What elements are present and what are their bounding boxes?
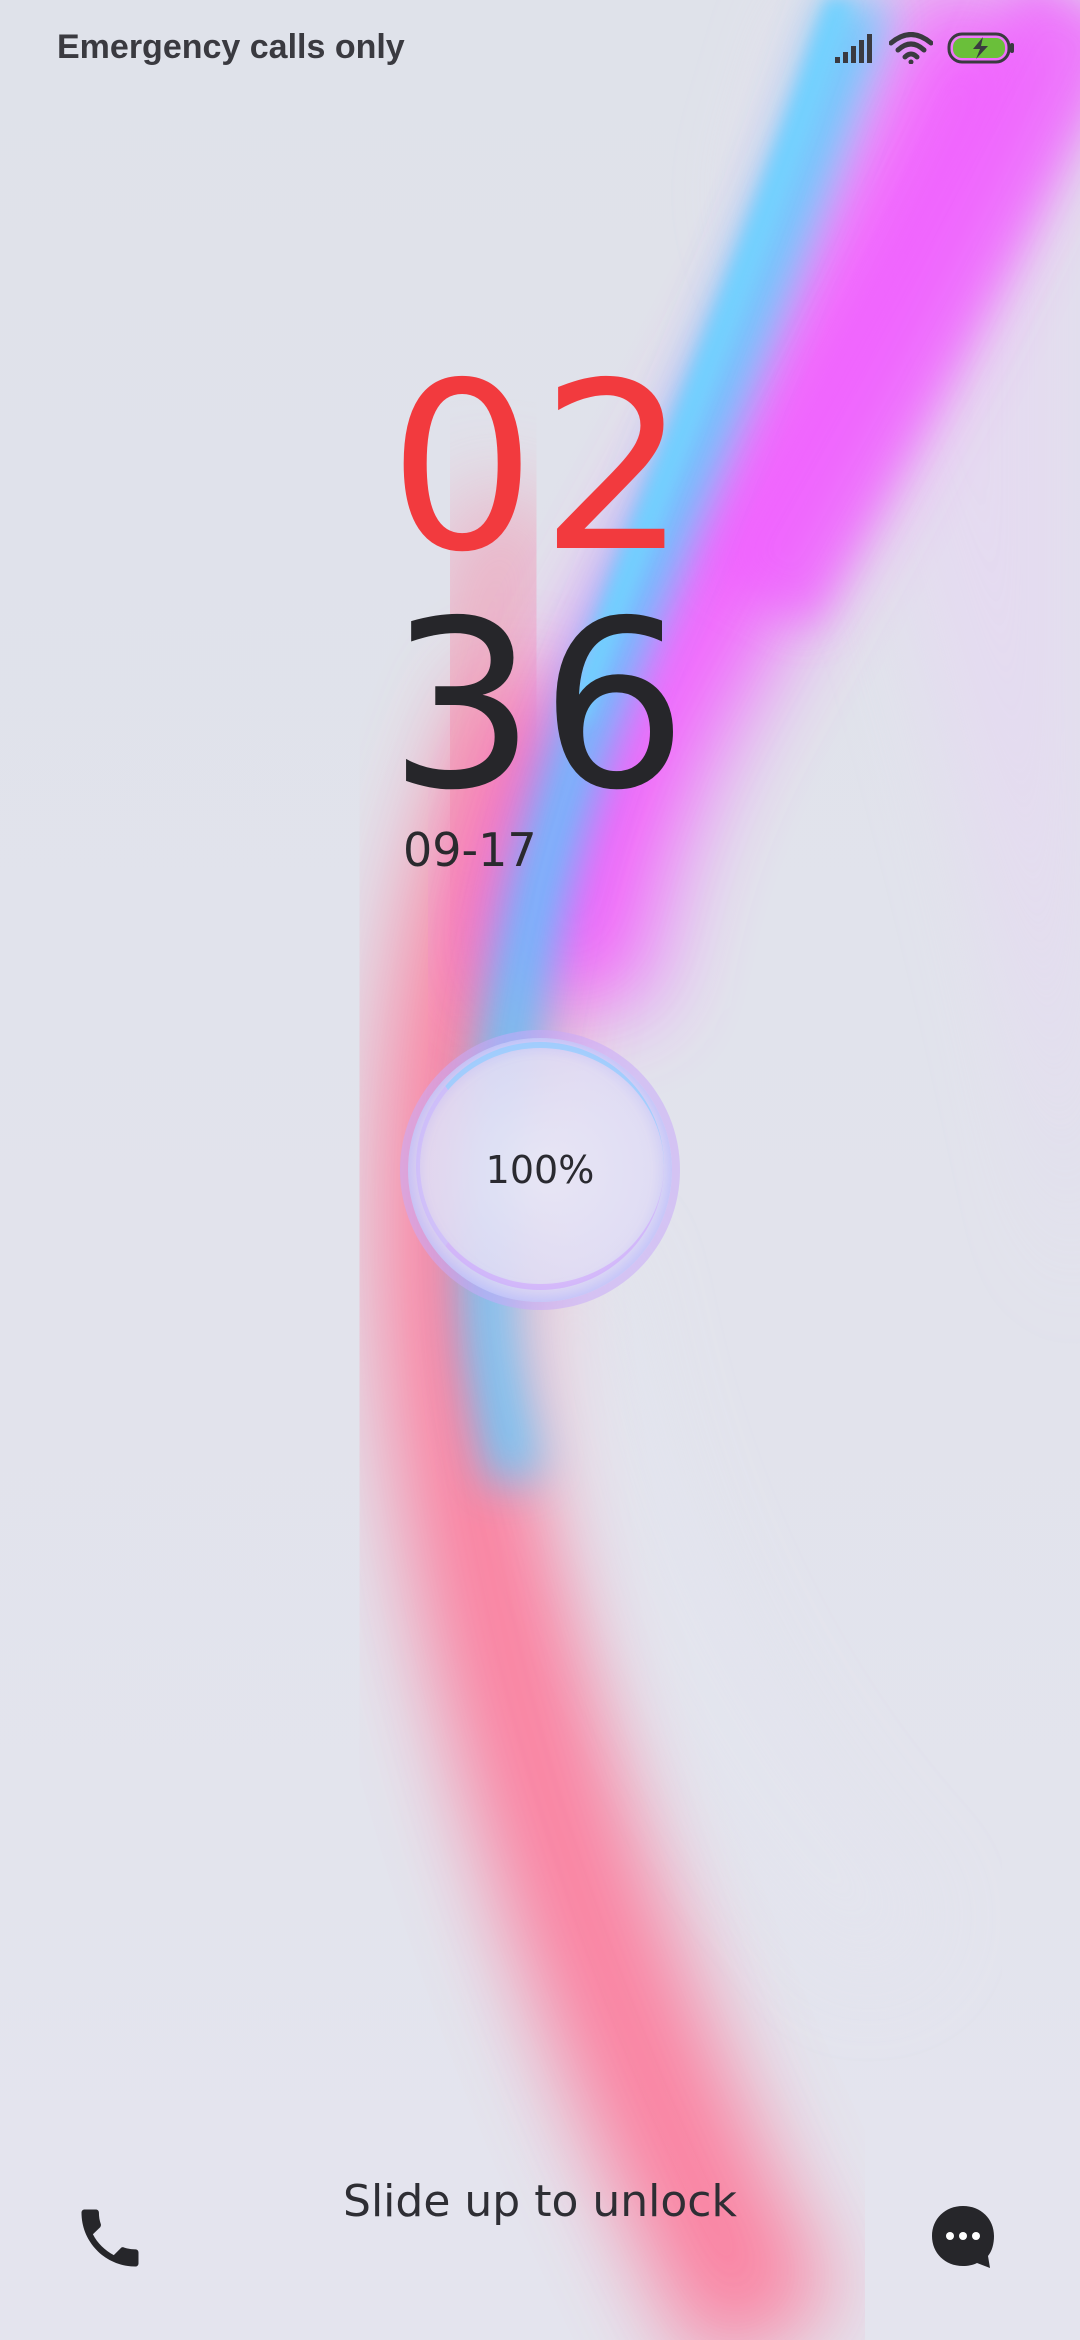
battery-level-bubble: 100% — [408, 1038, 672, 1302]
date-text: 09-17 — [403, 823, 537, 877]
signal-icon — [835, 33, 875, 67]
unlock-hint[interactable]: Slide up to unlock — [0, 2172, 1080, 2232]
battery-percent: 100% — [485, 1148, 595, 1192]
status-bar: Emergency calls only — [0, 0, 1080, 100]
clock-hours: 02 — [388, 333, 692, 603]
battery-charging-icon — [947, 31, 1017, 69]
phone-icon[interactable] — [72, 2200, 148, 2276]
status-icons — [821, 30, 1017, 70]
message-icon[interactable] — [930, 2204, 996, 2270]
clock-minutes: 36 — [388, 571, 692, 841]
wifi-icon — [888, 32, 934, 68]
carrier-status-text: Emergency calls only — [57, 28, 405, 66]
